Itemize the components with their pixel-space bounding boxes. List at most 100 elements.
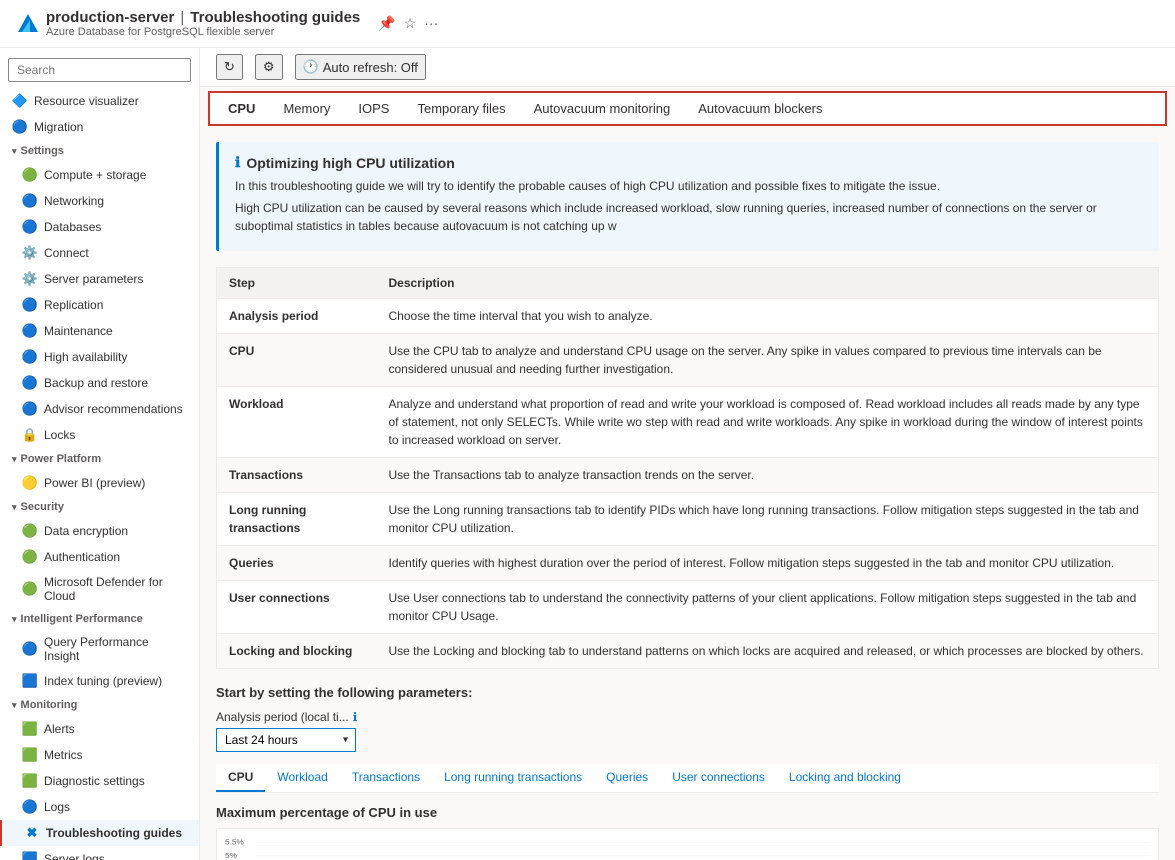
logs-icon: 🔵 (22, 799, 38, 815)
tab-iops[interactable]: IOPS (344, 93, 403, 126)
top-header: production-server | Troubleshooting guid… (0, 0, 1175, 48)
section-label: Settings (21, 145, 64, 157)
table-row-desc: Identify queries with highest duration o… (377, 546, 1159, 581)
locks-icon: 🔒 (22, 427, 38, 443)
analysis-tab-locking[interactable]: Locking and blocking (777, 764, 913, 792)
info-box-title: ℹ Optimizing high CPU utilization (235, 154, 1143, 171)
section-power-platform[interactable]: ▾ Power Platform (0, 448, 199, 470)
subtitle: Azure Database for PostgreSQL flexible s… (46, 26, 360, 38)
col-desc: Description (377, 268, 1159, 299)
tabs-top-wrapper: CPU Memory IOPS Temporary files Autovacu… (208, 91, 1167, 126)
select-wrapper[interactable]: Last 24 hours Last 7 days Last 30 days C… (216, 728, 356, 752)
analysis-tab-queries[interactable]: Queries (594, 764, 660, 792)
sidebar-item-label: Databases (44, 220, 101, 234)
sidebar-item-backup-restore[interactable]: 🔵 Backup and restore (0, 370, 199, 396)
section-security[interactable]: ▾ Security (0, 496, 199, 518)
sidebar-item-replication[interactable]: 🔵 Replication (0, 292, 199, 318)
troubleshooting-icon: ✖ (24, 825, 40, 841)
sidebar-item-server-logs[interactable]: 🟦 Server logs (0, 846, 199, 860)
gear-button[interactable]: ⚙ (255, 54, 283, 80)
table-row-desc: Use the Transactions tab to analyze tran… (377, 458, 1159, 493)
chevron-down-icon: ▾ (12, 700, 17, 711)
defender-icon: 🟢 (22, 581, 38, 597)
ellipsis-icon[interactable]: ··· (424, 15, 438, 32)
section-settings[interactable]: ▾ Settings (0, 140, 199, 162)
sidebar-item-advisor[interactable]: 🔵 Advisor recommendations (0, 396, 199, 422)
analysis-tab-workload[interactable]: Workload (265, 764, 339, 792)
search-input[interactable] (8, 58, 191, 82)
sidebar-item-high-availability[interactable]: 🔵 High availability (0, 344, 199, 370)
section-intelligent-performance[interactable]: ▾ Intelligent Performance (0, 608, 199, 630)
tab-autovacuum-monitoring[interactable]: Autovacuum monitoring (520, 93, 685, 126)
tab-autovacuum-blockers[interactable]: Autovacuum blockers (684, 93, 836, 126)
chevron-down-icon: ▾ (12, 454, 17, 465)
hint-icon: ℹ (353, 710, 358, 724)
analysis-period-select[interactable]: Last 24 hours Last 7 days Last 30 days C… (216, 728, 356, 752)
sidebar-item-label: Advisor recommendations (44, 402, 183, 416)
sidebar-item-defender[interactable]: 🟢 Microsoft Defender for Cloud (0, 570, 199, 608)
sidebar-item-label: Alerts (44, 722, 75, 736)
sidebar-item-maintenance[interactable]: 🔵 Maintenance (0, 318, 199, 344)
sidebar-item-label: Backup and restore (44, 376, 148, 390)
table-row-desc: Use the Locking and blocking tab to unde… (377, 634, 1159, 669)
auto-refresh-button[interactable]: 🕐 Auto refresh: Off (295, 54, 426, 80)
section-label: Security (21, 501, 64, 513)
tab-memory[interactable]: Memory (269, 93, 344, 126)
sidebar: 🔷 Resource visualizer 🔵 Migration ▾ Sett… (0, 48, 200, 860)
chevron-down-icon: ▾ (12, 614, 17, 625)
refresh-button[interactable]: ↻ (216, 54, 243, 80)
sidebar-item-alerts[interactable]: 🟩 Alerts (0, 716, 199, 742)
gear-icon: ⚙ (263, 59, 275, 75)
chevron-down-icon: ▾ (12, 146, 17, 157)
analysis-tab-user-connections[interactable]: User connections (660, 764, 777, 792)
header-actions[interactable]: 📌 ☆ ··· (378, 15, 438, 32)
params-section: Start by setting the following parameter… (216, 685, 1159, 752)
sidebar-item-query-performance[interactable]: 🔵 Query Performance Insight (0, 630, 199, 668)
sidebar-item-label: Server logs (44, 852, 105, 860)
analysis-tab-transactions[interactable]: Transactions (340, 764, 432, 792)
table-row-desc: Use the CPU tab to analyze and understan… (377, 334, 1159, 387)
section-monitoring[interactable]: ▾ Monitoring (0, 694, 199, 716)
sidebar-item-migration[interactable]: 🔵 Migration (0, 114, 199, 140)
sidebar-item-server-parameters[interactable]: ⚙️ Server parameters (0, 266, 199, 292)
analysis-tabs: CPU Workload Transactions Long running t… (216, 764, 1159, 793)
sidebar-item-logs[interactable]: 🔵 Logs (0, 794, 199, 820)
sidebar-item-databases[interactable]: 🔵 Databases (0, 214, 199, 240)
server-params-icon: ⚙️ (22, 271, 38, 287)
sidebar-item-label: Replication (44, 298, 103, 312)
refresh-icon: ↻ (224, 59, 235, 75)
sidebar-item-index-tuning[interactable]: 🟦 Index tuning (preview) (0, 668, 199, 694)
section-label: Monitoring (21, 699, 78, 711)
sidebar-item-data-encryption[interactable]: 🟢 Data encryption (0, 518, 199, 544)
sidebar-item-locks[interactable]: 🔒 Locks (0, 422, 199, 448)
analysis-tab-long-running[interactable]: Long running transactions (432, 764, 594, 792)
analysis-tab-cpu[interactable]: CPU (216, 764, 265, 792)
sidebar-item-diagnostic-settings[interactable]: 🟩 Diagnostic settings (0, 768, 199, 794)
sidebar-item-connect[interactable]: ⚙️ Connect (0, 240, 199, 266)
replication-icon: 🔵 (22, 297, 38, 313)
table-row-desc: Analyze and understand what proportion o… (377, 387, 1159, 458)
sidebar-item-resource-visualizer[interactable]: 🔷 Resource visualizer (0, 88, 199, 114)
alerts-icon: 🟩 (22, 721, 38, 737)
search-container[interactable] (0, 52, 199, 88)
toolbar: ↻ ⚙ 🕐 Auto refresh: Off (200, 48, 1175, 87)
svg-text:5.5%: 5.5% (225, 838, 244, 847)
sidebar-item-networking[interactable]: 🔵 Networking (0, 188, 199, 214)
scroll-content: ℹ Optimizing high CPU utilization In thi… (200, 126, 1175, 860)
section-label: Power Platform (21, 453, 102, 465)
auth-icon: 🟢 (22, 549, 38, 565)
star-icon[interactable]: ☆ (404, 15, 417, 32)
tab-temp-files[interactable]: Temporary files (403, 93, 519, 126)
sidebar-item-power-bi[interactable]: 🟡 Power BI (preview) (0, 470, 199, 496)
pin-icon[interactable]: 📌 (378, 15, 395, 32)
sidebar-item-label: High availability (44, 350, 127, 364)
sidebar-item-label: Maintenance (44, 324, 113, 338)
tab-cpu[interactable]: CPU (214, 93, 269, 126)
sidebar-item-troubleshooting[interactable]: ✖ Troubleshooting guides (0, 820, 199, 846)
sidebar-item-compute-storage[interactable]: 🟢 Compute + storage (0, 162, 199, 188)
sidebar-item-label: Networking (44, 194, 104, 208)
table-row-step: Queries (217, 546, 377, 581)
sidebar-item-metrics[interactable]: 🟩 Metrics (0, 742, 199, 768)
sidebar-item-authentication[interactable]: 🟢 Authentication (0, 544, 199, 570)
metrics-icon: 🟩 (22, 747, 38, 763)
